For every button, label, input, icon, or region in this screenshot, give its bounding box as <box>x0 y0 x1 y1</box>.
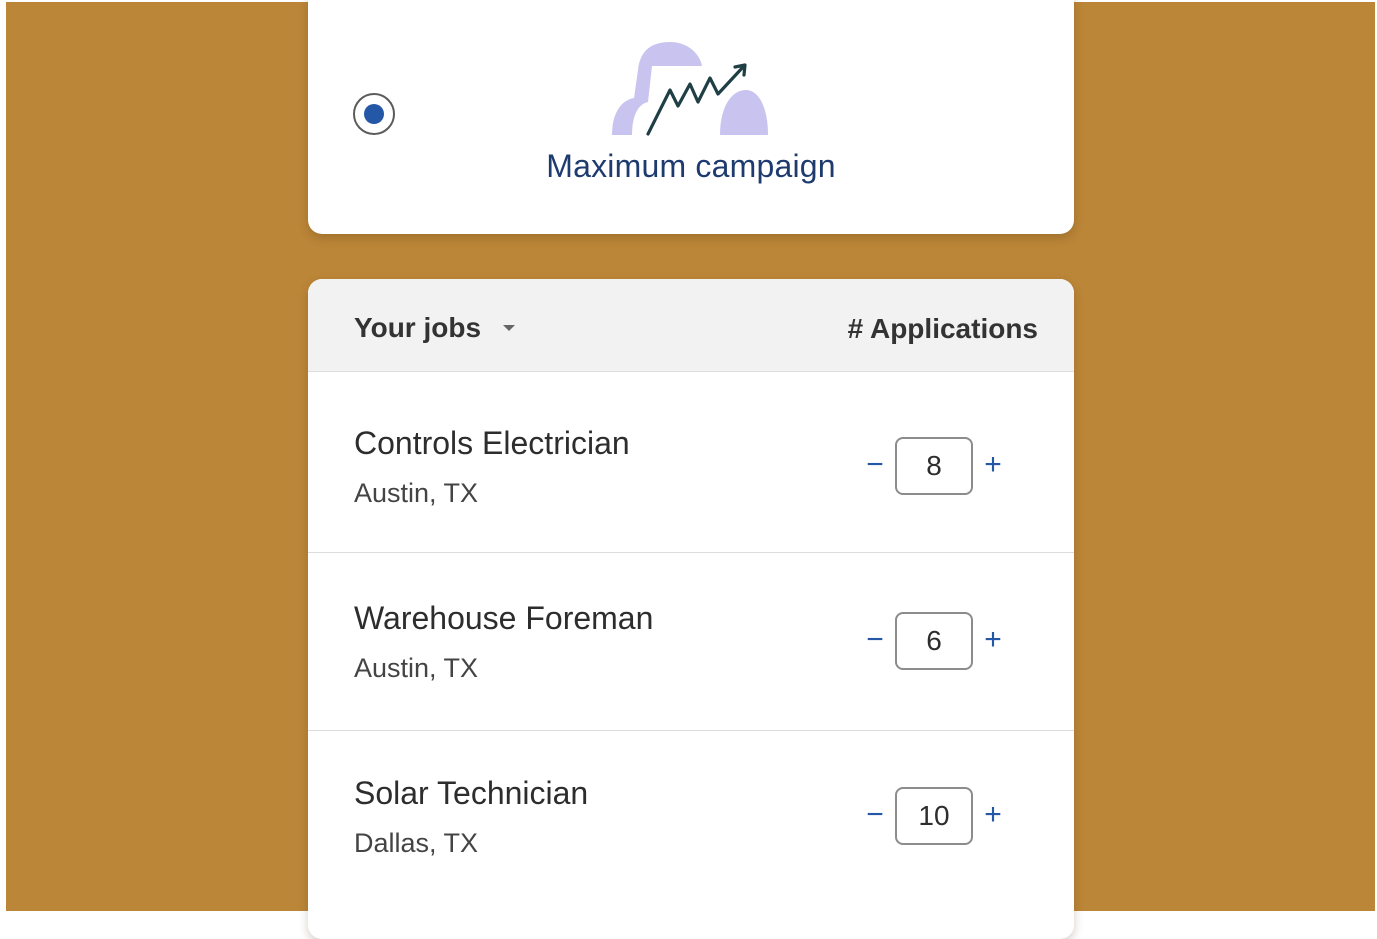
job-row-controls-electrician: Controls Electrician Austin, TX − 8 + <box>308 372 1074 553</box>
jobs-table: Your jobs # Applications Controls Electr… <box>308 279 1074 939</box>
your-jobs-label: Your jobs <box>354 312 482 343</box>
increment-button[interactable]: + <box>978 612 1008 670</box>
your-jobs-dropdown[interactable]: Your jobs <box>354 311 516 345</box>
radio-selected-dot <box>364 104 384 124</box>
decrement-button[interactable]: − <box>860 787 890 845</box>
applications-stepper: − 10 + <box>860 787 1010 845</box>
applications-stepper: − 6 + <box>860 612 1010 670</box>
job-title: Warehouse Foreman <box>354 600 654 636</box>
job-title: Controls Electrician <box>354 425 630 461</box>
decrement-button[interactable]: − <box>860 437 890 495</box>
applications-count-input[interactable]: 6 <box>895 612 973 670</box>
job-location: Dallas, TX <box>354 828 479 858</box>
caret-down-icon <box>503 325 516 331</box>
job-location: Austin, TX <box>354 478 479 508</box>
job-title: Solar Technician <box>354 775 589 811</box>
campaign-radio-button[interactable] <box>353 93 395 135</box>
applications-count-input[interactable]: 10 <box>895 787 973 845</box>
applications-stepper: − 8 + <box>860 437 1010 495</box>
decrement-button[interactable]: − <box>860 612 890 670</box>
increment-button[interactable]: + <box>978 787 1008 845</box>
applications-column-header: # Applications <box>847 313 1038 344</box>
applications-count-input[interactable]: 8 <box>895 437 973 495</box>
table-header: Your jobs # Applications <box>308 279 1074 372</box>
campaign-title: Maximum campaign <box>546 148 836 184</box>
job-row-solar-technician: Solar Technician Dallas, TX − 10 + <box>308 731 1074 939</box>
trend-chart-icon <box>612 42 768 136</box>
increment-button[interactable]: + <box>978 437 1008 495</box>
job-location: Austin, TX <box>354 653 479 683</box>
job-row-warehouse-foreman: Warehouse Foreman Austin, TX − 6 + <box>308 553 1074 731</box>
